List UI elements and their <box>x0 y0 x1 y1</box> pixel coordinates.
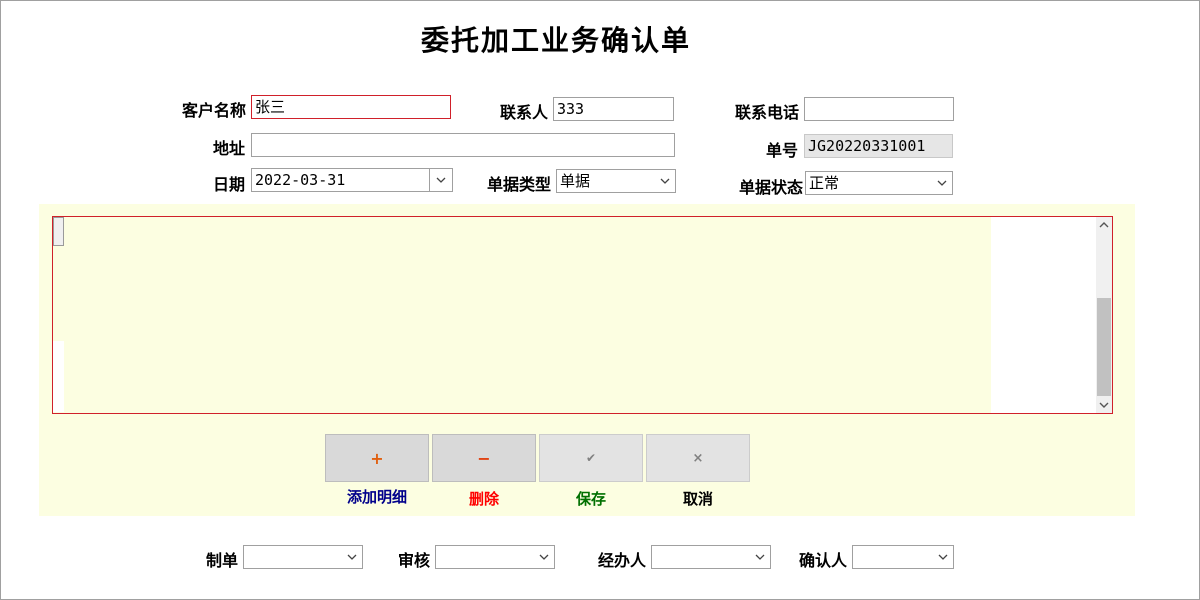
phone-label: 联系电话 <box>734 103 799 122</box>
address-label: 地址 <box>212 139 245 158</box>
date-value: 2022-03-31 <box>255 171 346 189</box>
contact-input[interactable]: 333 <box>553 97 674 121</box>
chevron-down-icon <box>937 180 947 186</box>
order-no-field: JG20220331001 <box>804 134 953 158</box>
close-icon: × <box>692 450 704 466</box>
doc-type-label: 单据类型 <box>486 175 551 194</box>
doc-status-label: 单据状态 <box>738 178 803 197</box>
confirmer-select[interactable] <box>852 545 954 569</box>
detail-grid[interactable] <box>52 216 1113 414</box>
plus-icon: + <box>370 448 384 468</box>
reviewer-select[interactable] <box>435 545 555 569</box>
customer-name-label: 客户名称 <box>181 101 246 120</box>
confirmer-label: 确认人 <box>798 551 847 570</box>
order-no-label: 单号 <box>765 141 798 160</box>
cancel-label[interactable]: 取消 <box>646 488 750 509</box>
handler-label: 经办人 <box>597 551 646 570</box>
chevron-down-icon <box>938 554 948 560</box>
handler-select[interactable] <box>651 545 771 569</box>
chevron-down-icon <box>660 178 670 184</box>
chevron-down-icon <box>755 554 765 560</box>
doc-type-value: 单据 <box>560 172 591 190</box>
date-picker[interactable]: 2022-03-31 <box>251 168 453 192</box>
scroll-down-icon[interactable] <box>1098 399 1110 411</box>
scrollbar-thumb[interactable] <box>1097 298 1111 396</box>
cancel-button[interactable]: × <box>646 434 750 482</box>
save-label[interactable]: 保存 <box>539 488 643 509</box>
doc-type-select[interactable]: 单据 <box>556 169 676 193</box>
grid-row-header[interactable] <box>53 217 64 246</box>
doc-status-value: 正常 <box>809 174 840 192</box>
save-button[interactable]: ✔ <box>539 434 643 482</box>
maker-label: 制单 <box>205 551 238 570</box>
minus-icon: − <box>477 448 491 468</box>
chevron-down-icon <box>347 554 357 560</box>
date-label: 日期 <box>212 175 245 194</box>
add-detail-label[interactable]: 添加明细 <box>325 486 429 507</box>
address-input[interactable] <box>251 133 675 157</box>
delete-button[interactable]: − <box>432 434 536 482</box>
reviewer-label: 审核 <box>397 551 430 570</box>
date-dropdown-button[interactable] <box>429 169 452 191</box>
grid-row-header-strip <box>53 341 64 412</box>
add-detail-button[interactable]: + <box>325 434 429 482</box>
grid-empty-area <box>991 217 1096 413</box>
customer-name-input[interactable]: 张三 <box>251 95 451 119</box>
scroll-up-icon[interactable] <box>1098 219 1110 231</box>
phone-input[interactable] <box>804 97 954 121</box>
maker-select[interactable] <box>243 545 363 569</box>
contact-label: 联系人 <box>499 103 548 122</box>
doc-status-select[interactable]: 正常 <box>805 171 953 195</box>
delete-label[interactable]: 删除 <box>432 488 536 509</box>
check-icon: ✔ <box>585 451 597 465</box>
chevron-down-icon <box>539 554 549 560</box>
chevron-down-icon <box>436 177 446 183</box>
form-title: 委托加工业务确认单 <box>420 24 691 57</box>
